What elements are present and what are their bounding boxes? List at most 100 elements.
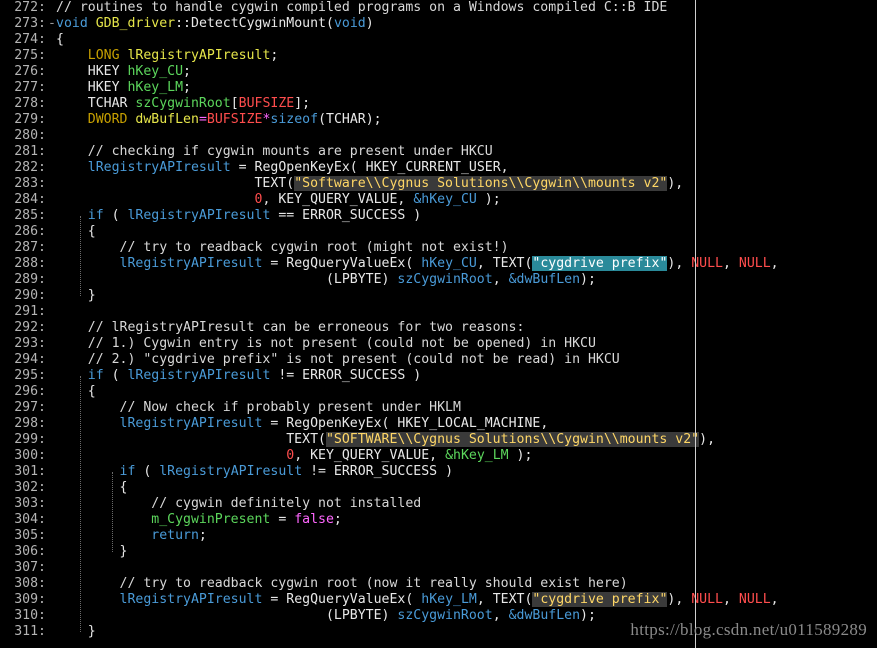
code-line[interactable]: }: [56, 288, 877, 304]
line-number: 310:: [14, 608, 46, 623]
line-number: 280:: [14, 128, 46, 143]
code-line[interactable]: if ( lRegistryAPIresult == ERROR_SUCCESS…: [56, 208, 877, 224]
code-token: ): [365, 16, 374, 31]
code-line[interactable]: lRegistryAPIresult = RegOpenKeyEx( HKEY_…: [56, 416, 877, 432]
code-line[interactable]: // 2.) "cygdrive prefix" is not present …: [56, 352, 877, 368]
code-line[interactable]: // routines to handle cygwin compiled pr…: [56, 0, 877, 16]
line-number: 276:: [14, 64, 46, 79]
line-number: 301:: [14, 464, 46, 479]
code-token: TCHAR: [56, 96, 136, 111]
line-number: 287:: [14, 240, 46, 255]
code-line[interactable]: lRegistryAPIresult = RegQueryValueEx( hK…: [56, 256, 877, 272]
code-token: lRegistryAPIresult: [127, 208, 279, 223]
code-token: ;: [198, 528, 207, 543]
code-token: ;: [270, 48, 279, 63]
code-token: TEXT(: [56, 176, 295, 191]
line-number: 294:: [14, 352, 46, 367]
code-line[interactable]: 0, KEY_QUERY_VALUE, &hKey_CU );: [56, 192, 877, 208]
code-line[interactable]: [56, 128, 877, 144]
code-line[interactable]: // Now check if probably present under H…: [56, 400, 877, 416]
code-line[interactable]: lRegistryAPIresult = RegQueryValueEx( hK…: [56, 592, 877, 608]
line-number: 284:: [14, 192, 46, 207]
code-line[interactable]: TEXT("SOFTWARE\\Cygnus Solutions\\Cygwin…: [56, 432, 877, 448]
line-number: 296:: [14, 384, 46, 399]
code-area[interactable]: // routines to handle cygwin compiled pr…: [56, 0, 877, 648]
code-token: ),: [667, 592, 692, 607]
code-line[interactable]: // lRegistryAPIresult can be erroneous f…: [56, 320, 877, 336]
code-token: ;: [333, 512, 342, 527]
code-token: void: [333, 16, 366, 31]
code-token: ,: [722, 592, 739, 607]
code-line[interactable]: m_CygwinPresent = false;: [56, 512, 877, 528]
line-number: 306:: [14, 544, 46, 559]
code-line[interactable]: [56, 304, 877, 320]
code-token: {: [56, 384, 96, 399]
line-number: 305:: [14, 528, 46, 543]
code-token: hKey_CU: [421, 256, 477, 271]
code-line[interactable]: DWORD dwBufLen=BUFSIZE*sizeof(TCHAR);: [56, 112, 877, 128]
code-token: BUFSIZE: [206, 112, 263, 127]
code-token: != ERROR_SUCCESS ): [278, 368, 422, 383]
indent-guide: [80, 216, 81, 296]
code-token: DetectCygwinMount: [191, 16, 326, 31]
code-line[interactable]: if ( lRegistryAPIresult != ERROR_SUCCESS…: [56, 464, 877, 480]
code-line[interactable]: // checking if cygwin mounts are present…: [56, 144, 877, 160]
code-line[interactable]: {: [56, 384, 877, 400]
code-line[interactable]: // try to readback cygwin root (might no…: [56, 240, 877, 256]
code-token: if: [56, 208, 112, 223]
line-number: 277:: [14, 80, 46, 95]
code-line[interactable]: {: [56, 224, 877, 240]
fold-marker-icon[interactable]: -: [48, 16, 56, 32]
line-number: 303:: [14, 496, 46, 511]
code-token: lRegistryAPIresult: [56, 416, 271, 431]
code-line[interactable]: // 1.) Cygwin entry is not present (coul…: [56, 336, 877, 352]
code-line[interactable]: LONG lRegistryAPIresult;: [56, 48, 877, 64]
line-number: 307:: [14, 560, 46, 575]
line-number: 291:: [14, 304, 46, 319]
code-line[interactable]: (LPBYTE) szCygwinRoot, &dwBufLen);: [56, 272, 877, 288]
code-line[interactable]: HKEY hKey_LM;: [56, 80, 877, 96]
code-token: );: [476, 192, 501, 207]
code-token: [: [230, 96, 239, 111]
code-line[interactable]: [56, 560, 877, 576]
code-token: // cygwin definitely not installed: [56, 496, 422, 511]
code-line[interactable]: if ( lRegistryAPIresult != ERROR_SUCCESS…: [56, 368, 877, 384]
line-number: 278:: [14, 96, 46, 111]
code-token: (: [111, 208, 128, 223]
code-line[interactable]: {: [56, 32, 877, 48]
code-line[interactable]: lRegistryAPIresult = RegOpenKeyEx( HKEY_…: [56, 160, 877, 176]
code-token: // checking if cygwin mounts are present…: [56, 144, 493, 159]
code-token: RegQueryValueEx(: [286, 256, 422, 271]
line-number: 299:: [14, 432, 46, 447]
code-token: if: [56, 464, 144, 479]
code-line[interactable]: TEXT("Software\\Cygnus Solutions\\Cygwin…: [56, 176, 877, 192]
code-line[interactable]: 0, KEY_QUERY_VALUE, &hKey_LM );: [56, 448, 877, 464]
line-number: 288:: [14, 256, 46, 271]
code-line[interactable]: void GDB_driver::DetectCygwinMount(void): [56, 16, 877, 32]
code-token: );: [508, 448, 533, 463]
code-token: =: [270, 592, 287, 607]
code-line[interactable]: TCHAR szCygwinRoot[BUFSIZE];: [56, 96, 877, 112]
code-line[interactable]: // try to readback cygwin root (now it r…: [56, 576, 877, 592]
code-token: szCygwinRoot: [135, 96, 231, 111]
watermark-text: https://blog.csdn.net/u011589289: [630, 620, 867, 639]
code-token: ;: [183, 80, 191, 95]
line-number: 281:: [14, 144, 46, 159]
code-line[interactable]: return;: [56, 528, 877, 544]
code-line[interactable]: }: [56, 544, 877, 560]
code-token: NULL: [738, 592, 771, 607]
line-number-gutter: 272: 273: 274: 275: 276: 277: 278: 279: 280: 281:…: [0, 0, 48, 648]
code-token: );: [580, 272, 596, 287]
code-line[interactable]: {: [56, 480, 877, 496]
code-token: void: [56, 16, 96, 31]
line-number: 292:: [14, 320, 46, 335]
code-line[interactable]: // cygwin definitely not installed: [56, 496, 877, 512]
line-number: 297:: [14, 400, 46, 415]
line-number: 293:: [14, 336, 46, 351]
code-editor[interactable]: 272: 273: 274: 275: 276: 277: 278: 279: 280: 281:…: [0, 0, 877, 648]
code-token: lRegistryAPIresult: [56, 160, 239, 175]
code-token: (TCHAR);: [318, 112, 382, 127]
code-token: (LPBYTE): [56, 608, 398, 623]
code-line[interactable]: HKEY hKey_CU;: [56, 64, 877, 80]
